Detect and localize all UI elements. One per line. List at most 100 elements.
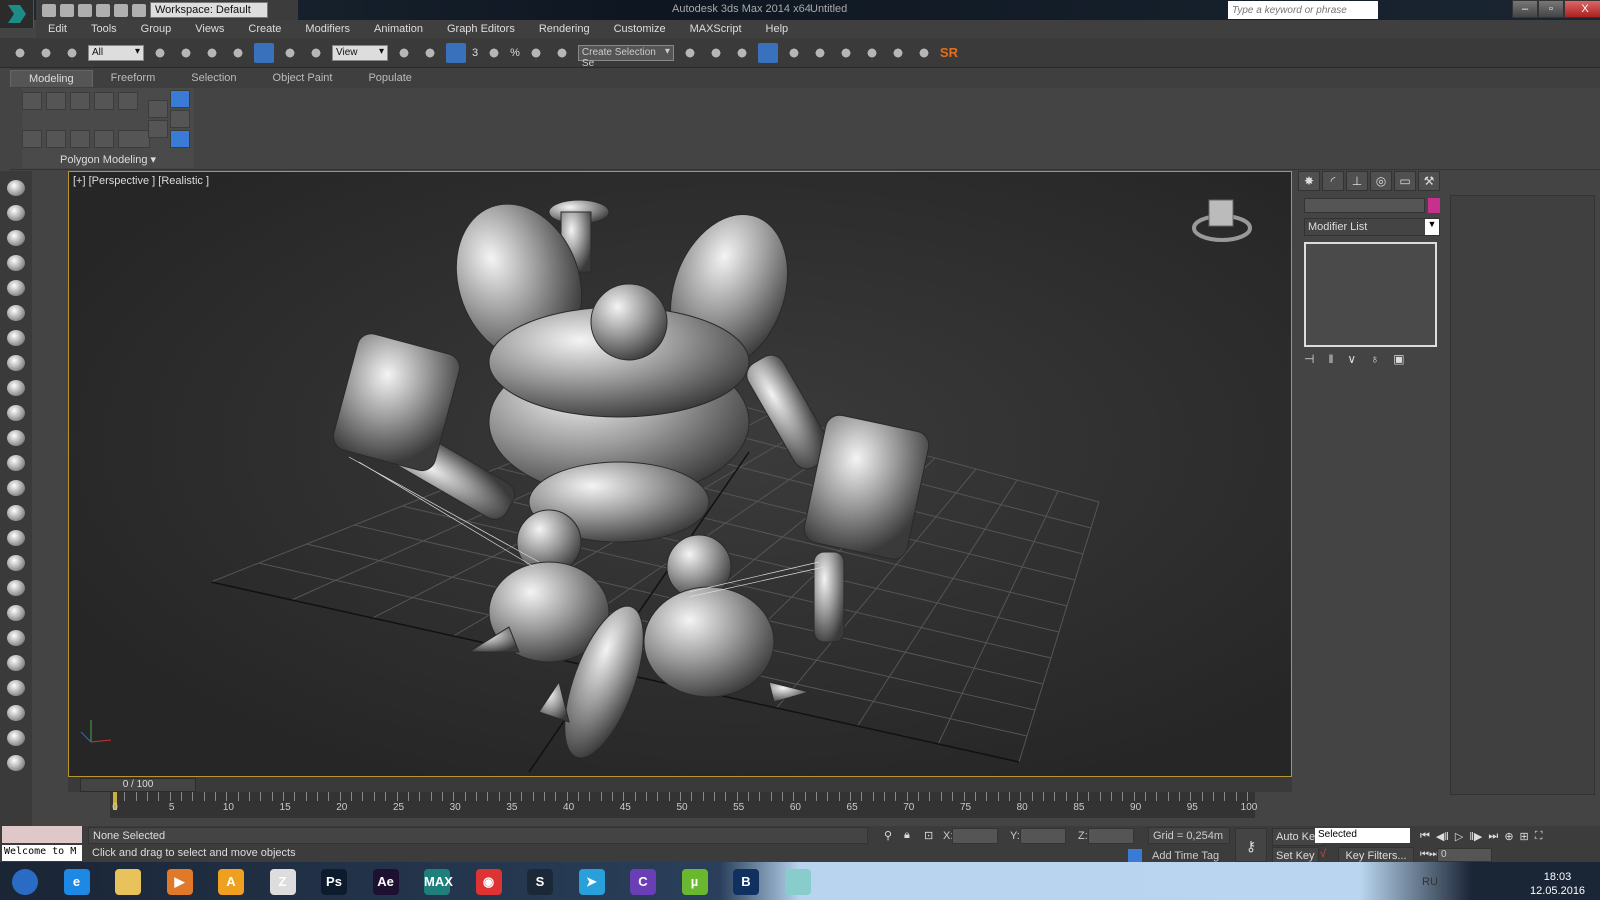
- tab-modeling[interactable]: Modeling: [10, 69, 93, 87]
- menu-animation[interactable]: Animation: [362, 23, 435, 35]
- menu-group[interactable]: Group: [129, 23, 184, 35]
- scale-icon[interactable]: [306, 42, 326, 63]
- tab-populate[interactable]: Populate: [350, 70, 429, 86]
- menu-tools[interactable]: Tools: [79, 23, 129, 35]
- menu-customize[interactable]: Customize: [602, 23, 678, 35]
- z-coordinate-field[interactable]: [1088, 828, 1134, 844]
- layer-manager-icon[interactable]: [731, 42, 752, 63]
- bind-space-warp-icon[interactable]: [62, 42, 82, 63]
- menu-create[interactable]: Create: [236, 23, 293, 35]
- window-crossing-icon[interactable]: [228, 42, 248, 63]
- select-icon[interactable]: [94, 130, 114, 148]
- search-input[interactable]: [1228, 1, 1378, 19]
- undo-icon[interactable]: [96, 3, 110, 17]
- key-curve-icon[interactable]: √: [1320, 848, 1326, 860]
- layer-icon[interactable]: [7, 230, 25, 246]
- object-name-field[interactable]: [1304, 198, 1425, 213]
- modifier-stack[interactable]: [1304, 242, 1437, 347]
- isolate-icon[interactable]: ⚲: [884, 829, 892, 842]
- make-unique-icon[interactable]: ∨: [1347, 352, 1356, 366]
- zoom-extents-icon[interactable]: ⛶: [1535, 830, 1543, 843]
- sr-button[interactable]: SR: [940, 45, 958, 60]
- project-folder-icon[interactable]: [132, 3, 146, 17]
- taskbar-windows-start[interactable]: [2, 866, 48, 898]
- minimize-button[interactable]: –: [1512, 0, 1538, 18]
- schematic-view-icon[interactable]: [809, 42, 830, 63]
- menu-modifiers[interactable]: Modifiers: [293, 23, 362, 35]
- perspective-viewport[interactable]: [+] [Perspective ] [Realistic ]: [68, 171, 1292, 777]
- curve-editor-icon[interactable]: [783, 42, 804, 63]
- select-icon[interactable]: [22, 130, 42, 148]
- taskbar-after-effects[interactable]: Ae: [363, 866, 409, 898]
- rendered-frame-window-icon[interactable]: [887, 42, 908, 63]
- utilities-icon[interactable]: ⚒: [1418, 171, 1440, 191]
- modifier-list-dropdown[interactable]: Modifier List ▼: [1304, 218, 1440, 236]
- taskbar-app-c[interactable]: C: [620, 866, 666, 898]
- shell-icon[interactable]: [7, 705, 25, 721]
- language-indicator[interactable]: RU: [1422, 876, 1438, 888]
- reference-coordinate-dropdown[interactable]: View: [332, 44, 388, 61]
- redo-icon[interactable]: [114, 3, 128, 17]
- geosphere-icon[interactable]: [7, 530, 25, 546]
- configure-modifier-sets-icon[interactable]: ▣: [1393, 352, 1404, 366]
- maximize-button[interactable]: ▫: [1538, 0, 1564, 18]
- lock-icon[interactable]: 🔒︎: [904, 829, 910, 842]
- time-slider-track[interactable]: [68, 777, 1292, 792]
- zoom-all-icon[interactable]: ⊞: [1520, 830, 1529, 843]
- taskbar-telegram[interactable]: ➤: [569, 866, 615, 898]
- set-keys-icon[interactable]: ⚷: [1235, 828, 1267, 862]
- light-icon[interactable]: [7, 280, 25, 296]
- show-end-result-icon[interactable]: ‖: [1328, 352, 1333, 366]
- box-icon[interactable]: [7, 380, 25, 396]
- toggle-icon[interactable]: [118, 130, 150, 148]
- select-icon[interactable]: [70, 130, 90, 148]
- open-icon[interactable]: [60, 3, 74, 17]
- play-icon[interactable]: ▷: [1455, 830, 1463, 843]
- taskbar-zbrush[interactable]: Z: [260, 866, 306, 898]
- menu-graph-editors[interactable]: Graph Editors: [435, 23, 527, 35]
- save-icon[interactable]: [78, 3, 92, 17]
- menu-edit[interactable]: Edit: [36, 23, 79, 35]
- link-icon[interactable]: [10, 42, 30, 63]
- viewcube[interactable]: [1192, 199, 1252, 242]
- display-icon[interactable]: ▭: [1394, 171, 1416, 191]
- cylinder-icon[interactable]: [7, 455, 25, 471]
- select-icon[interactable]: [46, 130, 66, 148]
- pivot-center-icon[interactable]: [394, 42, 414, 63]
- patch-icon[interactable]: [7, 630, 25, 646]
- select-object-icon[interactable]: [150, 42, 170, 63]
- menu-help[interactable]: Help: [754, 23, 801, 35]
- clock[interactable]: 18:03 12.05.2016: [1530, 870, 1585, 898]
- particles-icon[interactable]: [7, 555, 25, 571]
- terrain-icon[interactable]: [7, 680, 25, 696]
- app-logo-button[interactable]: [0, 0, 34, 28]
- object-color-swatch[interactable]: [1428, 198, 1440, 213]
- add-time-tag-button[interactable]: Add Time Tag: [1152, 850, 1219, 862]
- sun-icon[interactable]: [7, 505, 25, 521]
- go-to-end-icon[interactable]: ⏭: [1488, 830, 1498, 843]
- rectangular-selection-icon[interactable]: [202, 42, 222, 63]
- current-frame-field[interactable]: 0: [1437, 848, 1492, 862]
- maxscript-listener[interactable]: [2, 826, 82, 843]
- named-selection-dropdown[interactable]: Create Selection Se: [577, 44, 674, 69]
- taskbar-chrome[interactable]: ◉: [466, 866, 512, 898]
- edge-icon[interactable]: [46, 92, 66, 110]
- material-editor-icon[interactable]: [835, 42, 856, 63]
- modify-icon[interactable]: ◜: [1322, 171, 1344, 191]
- x-coordinate-field[interactable]: [952, 828, 998, 844]
- viewport-label[interactable]: [+] [Perspective ] [Realistic ]: [73, 175, 209, 187]
- render-icon[interactable]: [913, 42, 934, 63]
- menu-rendering[interactable]: Rendering: [527, 23, 602, 35]
- compound-icon[interactable]: [7, 605, 25, 621]
- menu-maxscript[interactable]: MAXScript: [678, 23, 754, 35]
- border-icon[interactable]: [70, 92, 90, 110]
- cone-icon[interactable]: [7, 430, 25, 446]
- element-icon[interactable]: [118, 92, 138, 110]
- pin-stack-icon[interactable]: [170, 110, 190, 128]
- keyboard-shortcut-override-icon[interactable]: [446, 42, 466, 63]
- rotate-icon[interactable]: [280, 42, 300, 63]
- go-to-start-icon[interactable]: ⏮: [1420, 830, 1430, 843]
- new-icon[interactable]: [42, 3, 56, 17]
- pyramid-icon[interactable]: [7, 480, 25, 496]
- taskbar-notes[interactable]: [775, 866, 821, 898]
